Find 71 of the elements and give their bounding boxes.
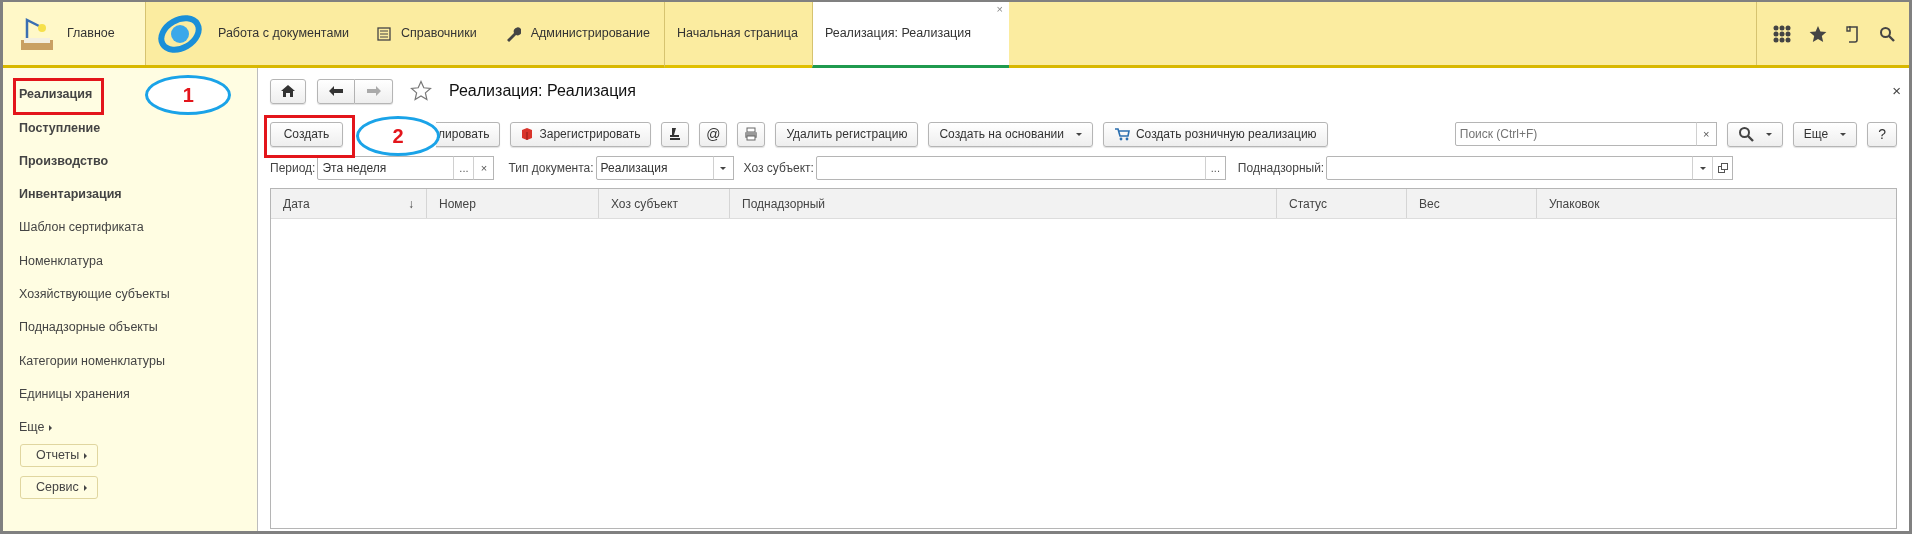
home-icon <box>281 85 295 97</box>
toolbar-button[interactable]: Удалить регистрацию <box>775 121 919 147</box>
toolbar-button[interactable]: Создать на основании <box>928 121 1093 147</box>
toolbar-button[interactable]: Зарегистрировать <box>510 121 652 147</box>
back-button[interactable] <box>317 78 355 104</box>
filter-label: Тип документа: <box>508 160 594 177</box>
toolbar-button[interactable]: Создать <box>270 121 343 147</box>
open-button[interactable] <box>1712 156 1734 180</box>
toolbar-button[interactable]: лировать <box>436 121 501 147</box>
search-field[interactable]: Поиск (Ctrl+F) <box>1454 122 1697 146</box>
toolbar-button[interactable]: Создать розничную реализацию <box>1102 121 1328 147</box>
filter-label: Период: <box>270 160 316 177</box>
callout-marker: 2 <box>356 115 440 156</box>
scroll-icon[interactable] <box>1845 24 1861 43</box>
search-dropdown-button[interactable] <box>1726 121 1783 147</box>
column-header[interactable]: Вес <box>1407 189 1537 218</box>
arrow-right-icon <box>366 86 381 96</box>
sidebar-item[interactable]: Инвентаризация <box>19 185 122 204</box>
column-header[interactable]: Хоз субъект <box>599 189 730 218</box>
dropdown-button[interactable] <box>712 156 734 180</box>
toolbar-button[interactable]: @ <box>699 121 728 147</box>
star-outline-icon[interactable] <box>410 80 432 102</box>
sidebar-item[interactable]: Единицы хранения <box>19 384 130 404</box>
clear-button[interactable]: × <box>1695 122 1717 146</box>
filter-field[interactable]: Реализация <box>595 156 714 180</box>
home-button[interactable] <box>270 78 306 104</box>
apps-grid-icon[interactable] <box>1773 24 1791 43</box>
sidebar-item[interactable]: Категории номенклатуры <box>19 351 165 371</box>
section-link[interactable]: Администрирование <box>530 24 650 43</box>
search-icon[interactable] <box>1879 25 1895 42</box>
microscope-icon <box>668 127 683 141</box>
column-header[interactable]: Упаковок <box>1537 189 1896 218</box>
sidebar-item[interactable]: Номенклатура <box>19 251 103 271</box>
form-title: Реализация: Реализация <box>449 81 636 101</box>
sidebar-item[interactable]: Производство <box>19 151 109 171</box>
sidebar-item[interactable]: Поднадзорные объекты <box>19 318 158 338</box>
more-link[interactable]: Еще <box>19 418 53 437</box>
filter-field[interactable] <box>815 156 1206 180</box>
toolbar-button[interactable] <box>661 121 690 147</box>
column-header[interactable]: Статус <box>1277 189 1407 218</box>
cart-icon <box>1113 127 1130 141</box>
arrow-left-icon <box>329 86 343 96</box>
choice-button[interactable]: ... <box>1204 156 1226 180</box>
menu-button[interactable]: Сервис <box>20 476 98 499</box>
sidebar-item[interactable]: Шаблон сертификата <box>19 218 144 238</box>
home-section-link[interactable]: Главное <box>67 24 115 43</box>
list-icon <box>377 26 391 41</box>
help-button[interactable]: ? <box>1867 121 1897 147</box>
sidebar-item[interactable]: Хозяйствующие субъекты <box>19 285 170 304</box>
close-icon[interactable]: × <box>1892 79 1901 103</box>
column-header[interactable]: Поднадзорный <box>730 189 1277 218</box>
open-window-icon <box>1717 163 1728 173</box>
column-header[interactable]: Номер <box>427 189 599 218</box>
filter-label: Хоз субъект: <box>743 160 814 177</box>
filter-label: Поднадзорный: <box>1237 160 1325 177</box>
clear-button[interactable]: × <box>473 156 495 180</box>
sort-arrow-icon: ↓ <box>408 194 414 213</box>
column-header[interactable]: Дата <box>283 194 310 213</box>
section-link[interactable]: Справочники <box>401 24 477 43</box>
sidebar-item[interactable]: Реализация <box>19 85 93 104</box>
printer-icon <box>744 127 759 141</box>
sidebar-item[interactable]: Поступление <box>19 118 101 138</box>
star-icon[interactable] <box>1809 24 1827 43</box>
cube-icon <box>521 127 534 141</box>
more-button[interactable]: Еще <box>1792 121 1858 147</box>
tab-close-icon[interactable]: × <box>996 4 1003 15</box>
menu-button[interactable]: Отчеты <box>20 444 98 467</box>
filter-field[interactable] <box>1326 156 1694 180</box>
filter-field[interactable]: Эта неделя <box>317 156 455 180</box>
section-link[interactable]: Работа с документами <box>218 24 349 43</box>
search-icon <box>1737 126 1754 142</box>
